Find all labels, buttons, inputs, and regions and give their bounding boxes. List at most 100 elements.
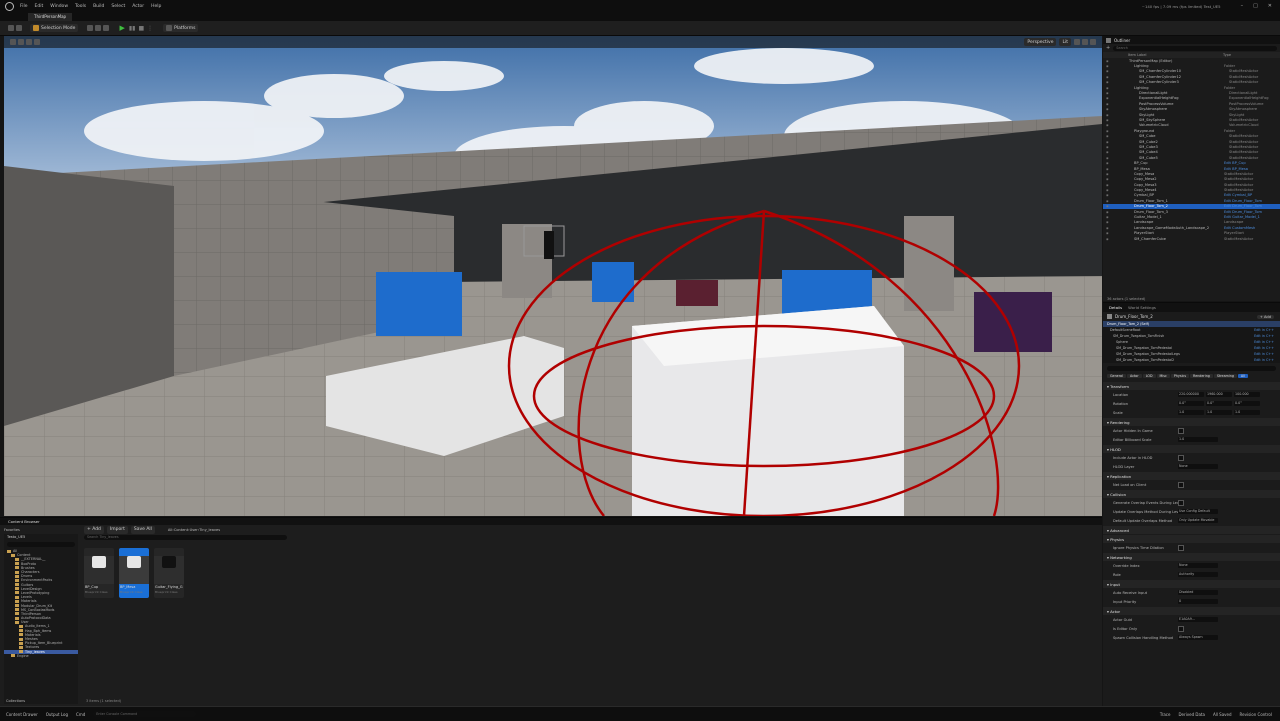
- outliner-item-type[interactable]: Edit Drum_Floor_Tom: [1224, 199, 1262, 203]
- property-checkbox[interactable]: [1178, 481, 1184, 488]
- visibility-icon[interactable]: ◉: [1106, 102, 1114, 106]
- visibility-icon[interactable]: ◉: [1106, 231, 1114, 235]
- details-section-replication[interactable]: ▾ Replication: [1103, 472, 1280, 480]
- visibility-icon[interactable]: ◉: [1106, 161, 1114, 165]
- asset-tile[interactable]: BP_Mesa Blueprint Class: [119, 548, 149, 598]
- actor-name-field[interactable]: Drum_Floor_Tom_2: [1115, 314, 1257, 319]
- property-value-field[interactable]: Always Spawn: [1178, 635, 1218, 640]
- menu-item-actor[interactable]: Actor: [132, 4, 144, 9]
- menu-item-window[interactable]: Window: [50, 4, 68, 9]
- details-tab-details[interactable]: Details: [1109, 305, 1122, 310]
- visibility-icon[interactable]: ◉: [1106, 204, 1114, 208]
- property-value-field[interactable]: 1960.000: [1206, 392, 1232, 397]
- rotate-icon[interactable]: [26, 39, 32, 45]
- property-value-field[interactable]: None: [1178, 563, 1218, 568]
- outliner-row[interactable]: ◉ SM_Cube5 StaticMeshActor: [1103, 155, 1280, 160]
- edit-in-cpp-link[interactable]: Edit in C++: [1254, 346, 1274, 350]
- step-icon[interactable]: ▮▮: [129, 25, 136, 32]
- status-content-drawer[interactable]: Content Drawer: [6, 712, 38, 717]
- visibility-icon[interactable]: ◉: [1106, 96, 1114, 100]
- property-value-field[interactable]: 100.000: [1234, 392, 1260, 397]
- stop-icon[interactable]: ■: [138, 25, 144, 32]
- outliner-item-type[interactable]: Edit Cymbal_BP: [1224, 193, 1252, 197]
- maximize-icon[interactable]: □: [1253, 3, 1258, 9]
- visibility-icon[interactable]: ◉: [1106, 69, 1114, 73]
- filter-tab-general[interactable]: General: [1107, 374, 1126, 378]
- collections-label[interactable]: Collections: [6, 699, 25, 703]
- visibility-icon[interactable]: ◉: [1106, 134, 1114, 138]
- visibility-icon[interactable]: ◉: [1106, 237, 1114, 241]
- col-type[interactable]: Type: [1223, 53, 1231, 57]
- status-trace[interactable]: Trace: [1160, 712, 1171, 717]
- visibility-icon[interactable]: ◉: [1106, 226, 1114, 230]
- property-value-field[interactable]: 0: [1178, 599, 1218, 604]
- content-browser-tab[interactable]: Content Browser: [8, 519, 40, 524]
- visibility-icon[interactable]: ◉: [1106, 86, 1114, 90]
- filter-tab-physics[interactable]: Physics: [1170, 374, 1190, 378]
- content-icon[interactable]: [87, 25, 94, 31]
- outliner-row[interactable]: ◉ DirectionalLight DirectionalLight: [1103, 90, 1280, 95]
- visibility-icon[interactable]: ◉: [1106, 129, 1114, 133]
- import-button[interactable]: Import: [106, 525, 128, 534]
- outliner-row[interactable]: ◉ Drum_Floor_Tom_2 Edit Drum_Floor_Tom: [1103, 203, 1280, 209]
- property-checkbox[interactable]: [1178, 454, 1184, 461]
- menu-item-build[interactable]: Build: [93, 4, 104, 9]
- visibility-icon[interactable]: ◉: [1106, 193, 1114, 197]
- status-revision-control[interactable]: Revision Control: [1240, 712, 1272, 717]
- asset-search-input[interactable]: Search Tiny_leaves: [84, 535, 287, 540]
- edit-in-cpp-link[interactable]: Edit in C++: [1254, 340, 1274, 344]
- visibility-icon[interactable]: ◉: [1106, 113, 1114, 117]
- outliner-row[interactable]: ◉ SM_SkySphere StaticMeshActor: [1103, 117, 1280, 122]
- details-section-networking[interactable]: ▾ Networking: [1103, 553, 1280, 561]
- visibility-icon[interactable]: ◉: [1106, 64, 1114, 68]
- property-checkbox[interactable]: [1178, 427, 1184, 434]
- outliner-search-input[interactable]: Search: [1113, 45, 1277, 51]
- close-icon[interactable]: ✕: [1268, 3, 1272, 9]
- visibility-icon[interactable]: ◉: [1106, 91, 1114, 95]
- console-command-input[interactable]: Enter Console Command: [93, 711, 197, 717]
- filter-tab-lod[interactable]: LOD: [1142, 374, 1156, 378]
- play-options-icon[interactable]: ⋮: [147, 25, 153, 32]
- outliner-item-type[interactable]: Edit Drum_Floor_Tom: [1224, 210, 1262, 214]
- outliner-row[interactable]: ◉ SM_ChamferCylinder10 StaticMeshActor: [1103, 69, 1280, 74]
- platforms-dropdown[interactable]: Platforms: [163, 24, 199, 32]
- breadcrumb-item[interactable]: Tiny_leaves: [199, 528, 220, 532]
- play-icon[interactable]: ▶: [119, 24, 124, 32]
- outliner-row[interactable]: ◉ SM_Cube3 StaticMeshActor: [1103, 144, 1280, 149]
- property-value-field[interactable]: 0.0°: [1206, 401, 1232, 406]
- outliner-item-type[interactable]: Edit BP_Mesa: [1224, 167, 1248, 171]
- outliner-row[interactable]: ◉ Drum_Floor_Tom_3 Edit Drum_Floor_Tom: [1103, 209, 1280, 214]
- status-output-log[interactable]: Output Log: [46, 712, 68, 717]
- outliner-item-type[interactable]: Edit Drum_Floor_Tom: [1224, 204, 1262, 208]
- property-value-field[interactable]: 1.0: [1178, 410, 1204, 415]
- details-section-hlod[interactable]: ▾ HLOD: [1103, 445, 1280, 453]
- tree-search-input[interactable]: [7, 542, 75, 547]
- details-section-advanced[interactable]: ▾ Advanced: [1103, 526, 1280, 534]
- filter-tab-all[interactable]: All: [1237, 374, 1249, 378]
- visibility-icon[interactable]: ◉: [1106, 220, 1114, 224]
- visibility-icon[interactable]: ◉: [1106, 172, 1114, 176]
- outliner-item-type[interactable]: Edit Guitar_Model_1: [1224, 215, 1260, 219]
- property-value-field[interactable]: 220.000000: [1178, 392, 1204, 397]
- outliner-row[interactable]: ◉ Landscape_GameModeAuth_Landscape_2 Edit …: [1103, 225, 1280, 230]
- menu-item-edit[interactable]: Edit: [35, 4, 44, 9]
- property-checkbox[interactable]: [1178, 544, 1184, 551]
- visibility-icon[interactable]: ◉: [1106, 210, 1114, 214]
- visibility-icon[interactable]: ◉: [1106, 80, 1114, 84]
- level-tab[interactable]: ThirdPersonMap: [28, 12, 73, 21]
- property-value-field[interactable]: None: [1178, 464, 1218, 469]
- outliner-row[interactable]: ◉ Drum_Floor_Tom_1 Edit Drum_Floor_Tom: [1103, 198, 1280, 203]
- add-icon[interactable]: +: [1106, 45, 1110, 51]
- blueprint-icon[interactable]: [95, 25, 102, 31]
- visibility-icon[interactable]: ◉: [1106, 188, 1114, 192]
- outliner-row[interactable]: ◉ SM_Cube4 StaticMeshActor: [1103, 150, 1280, 155]
- property-checkbox[interactable]: [1178, 499, 1184, 506]
- property-value-field[interactable]: Authority: [1178, 572, 1218, 577]
- visibility-icon[interactable]: ◉: [1106, 156, 1114, 160]
- edit-in-cpp-link[interactable]: Edit in C++: [1254, 352, 1274, 356]
- details-section-physics[interactable]: ▾ Physics: [1103, 535, 1280, 543]
- property-value-field[interactable]: 1.0: [1234, 410, 1260, 415]
- edit-in-cpp-link[interactable]: Edit in C++: [1254, 358, 1274, 362]
- details-section-collision[interactable]: ▾ Collision: [1103, 490, 1280, 498]
- outliner-row[interactable]: ◉ SkyAtmosphere SkyAtmosphere: [1103, 107, 1280, 112]
